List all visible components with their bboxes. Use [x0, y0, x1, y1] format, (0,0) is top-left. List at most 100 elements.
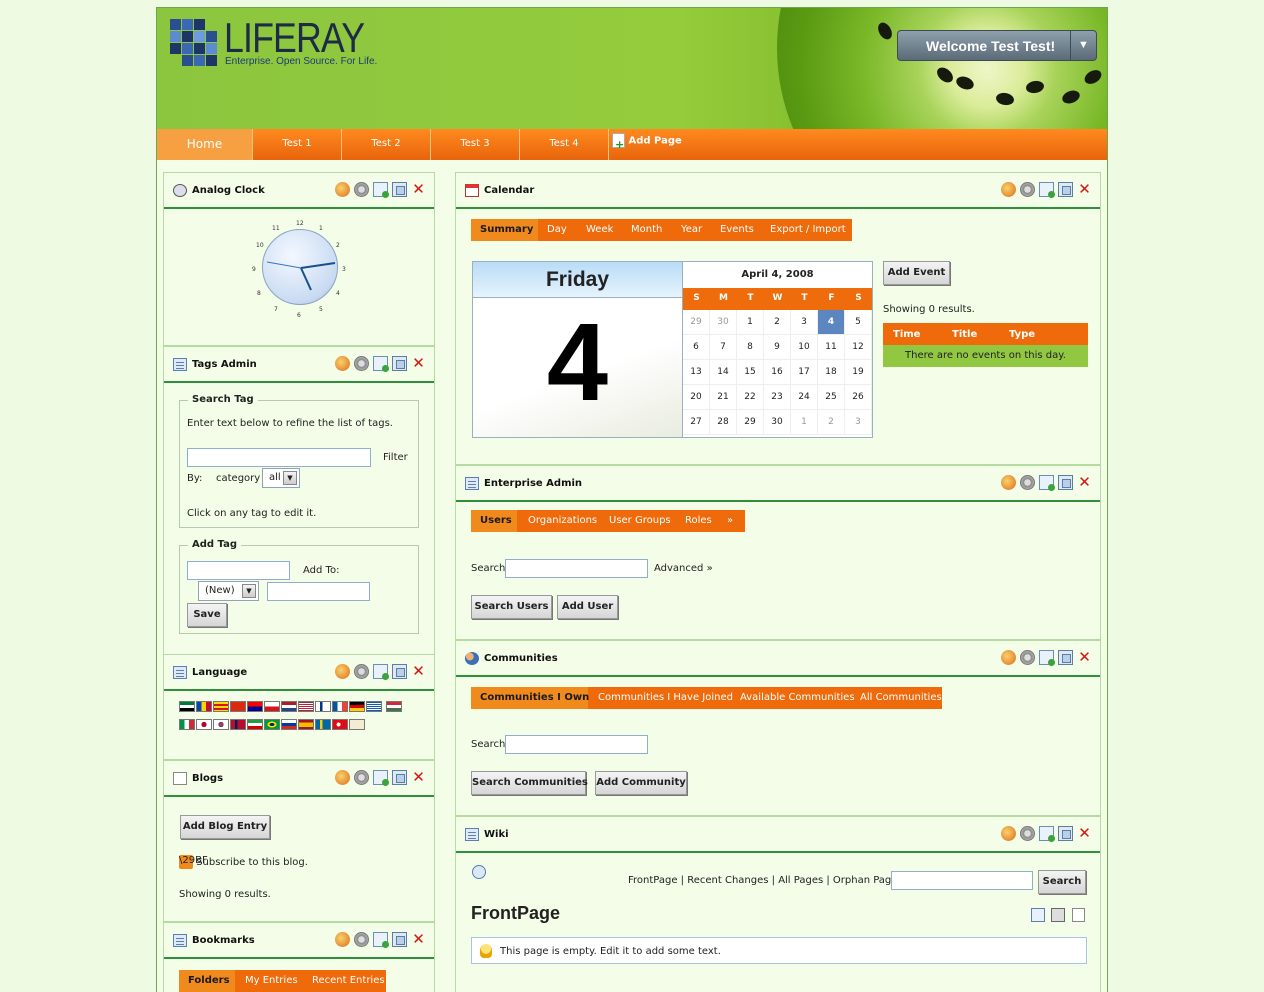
- tab-communities-i-own[interactable]: Communities I Own: [471, 687, 589, 709]
- tab-all-communities[interactable]: All Communities: [860, 687, 942, 709]
- nav-tab-home[interactable]: Home: [157, 129, 253, 160]
- calendar-day[interactable]: 3: [845, 410, 872, 435]
- flag-norwegian-icon[interactable]: [230, 719, 246, 730]
- calendar-day[interactable]: 15: [737, 360, 764, 385]
- column-header[interactable]: Title: [952, 329, 977, 340]
- calendar-day[interactable]: 11: [818, 335, 845, 360]
- calendar-day[interactable]: 2: [764, 310, 791, 335]
- calendar-day[interactable]: 3: [791, 310, 818, 335]
- calendar-day[interactable]: 20: [683, 385, 710, 410]
- close-icon[interactable]: ✕: [1077, 182, 1092, 197]
- print-icon[interactable]: [1051, 908, 1065, 922]
- welcome-menu-button[interactable]: Welcome Test Test! ▼: [897, 30, 1097, 61]
- minimize-icon[interactable]: [373, 356, 389, 372]
- look-and-feel-icon[interactable]: [1001, 650, 1016, 665]
- close-icon[interactable]: ✕: [1077, 826, 1092, 841]
- calendar-day[interactable]: 5: [845, 310, 872, 335]
- tab-export-import[interactable]: Export / Import: [770, 219, 846, 241]
- add-blog-entry-button[interactable]: Add Blog Entry: [180, 815, 270, 839]
- community-search-input[interactable]: [505, 735, 648, 754]
- look-and-feel-icon[interactable]: [1001, 182, 1016, 197]
- minimize-icon[interactable]: [373, 932, 389, 948]
- minimize-icon[interactable]: [1039, 826, 1055, 842]
- flag-italian-icon[interactable]: [179, 719, 195, 730]
- look-and-feel-icon[interactable]: [1001, 826, 1016, 841]
- calendar-day[interactable]: 28: [710, 410, 737, 435]
- calendar-day[interactable]: 18: [818, 360, 845, 385]
- wiki-nav-links[interactable]: FrontPage | Recent Changes | All Pages |…: [628, 875, 903, 886]
- look-and-feel-icon[interactable]: [1001, 475, 1016, 490]
- maximize-icon[interactable]: [1058, 826, 1073, 841]
- maximize-icon[interactable]: [392, 932, 407, 947]
- maximize-icon[interactable]: [1058, 182, 1073, 197]
- flag-english-icon[interactable]: [298, 701, 314, 712]
- configuration-icon[interactable]: [354, 664, 369, 679]
- calendar-day[interactable]: 1: [791, 410, 818, 435]
- add-child-page-icon[interactable]: [1072, 908, 1085, 922]
- tab-users[interactable]: Users: [471, 510, 517, 532]
- flag-persian-icon[interactable]: [247, 719, 263, 730]
- tab-more[interactable]: »: [727, 510, 733, 532]
- subscribe-link[interactable]: Subscribe to this blog.: [179, 855, 308, 869]
- configuration-icon[interactable]: [1020, 650, 1035, 665]
- maximize-icon[interactable]: [1058, 650, 1073, 665]
- flag-vietnamese-icon[interactable]: [349, 719, 365, 730]
- maximize-icon[interactable]: [392, 182, 407, 197]
- flag-swedish-icon[interactable]: [315, 719, 331, 730]
- calendar-day[interactable]: 25: [818, 385, 845, 410]
- calendar-day[interactable]: 19: [845, 360, 872, 385]
- advanced-search-link[interactable]: Advanced »: [654, 563, 713, 574]
- close-icon[interactable]: ✕: [411, 182, 426, 197]
- category-select[interactable]: all ▼: [262, 468, 300, 488]
- calendar-day[interactable]: 13: [683, 360, 710, 385]
- tab-week[interactable]: Week: [586, 219, 613, 241]
- look-and-feel-icon[interactable]: [335, 356, 350, 371]
- nav-tab-test-1[interactable]: Test 1: [253, 129, 342, 160]
- flag-dutch-icon[interactable]: [281, 701, 297, 712]
- configuration-icon[interactable]: [354, 356, 369, 371]
- flag-chinese-icon[interactable]: [230, 701, 246, 712]
- calendar-day-today[interactable]: 4: [818, 310, 845, 335]
- nav-tab-test-2[interactable]: Test 2: [342, 129, 431, 160]
- tab-events[interactable]: Events: [720, 219, 754, 241]
- add-page-button[interactable]: Add Page: [612, 133, 682, 151]
- tab-communities-joined[interactable]: Communities I Have Joined: [598, 687, 733, 709]
- tab-recent-entries[interactable]: Recent Entries: [312, 970, 385, 992]
- flag-portuguese-icon[interactable]: [264, 719, 280, 730]
- flag-hungarian-icon[interactable]: [386, 701, 403, 712]
- calendar-day[interactable]: 16: [764, 360, 791, 385]
- tab-my-entries[interactable]: My Entries: [245, 970, 298, 992]
- add-user-button[interactable]: Add User: [557, 595, 618, 619]
- tab-folders[interactable]: Folders: [179, 970, 235, 992]
- maximize-icon[interactable]: [392, 664, 407, 679]
- configuration-icon[interactable]: [1020, 826, 1035, 841]
- calendar-day[interactable]: 10: [791, 335, 818, 360]
- flag-chinese-taiwan-icon[interactable]: [247, 701, 263, 712]
- calendar-day[interactable]: 8: [737, 335, 764, 360]
- chevron-down-icon[interactable]: ▼: [1070, 31, 1096, 60]
- calendar-day[interactable]: 29: [737, 410, 764, 435]
- flag-catalan-icon[interactable]: [213, 701, 229, 712]
- flag-spanish-icon[interactable]: [298, 719, 314, 730]
- flag-czech-icon[interactable]: [264, 701, 280, 712]
- tab-year[interactable]: Year: [681, 219, 702, 241]
- search-users-button[interactable]: Search Users: [471, 595, 552, 619]
- flag-german-icon[interactable]: [349, 701, 365, 712]
- tab-user-groups[interactable]: User Groups: [609, 510, 671, 532]
- nav-tab-test-4[interactable]: Test 4: [520, 129, 609, 160]
- logo-wordmark[interactable]: LIFERAY: [224, 14, 365, 62]
- calendar-day[interactable]: 1: [737, 310, 764, 335]
- calendar-day[interactable]: 2: [818, 410, 845, 435]
- minimize-icon[interactable]: [373, 664, 389, 680]
- wiki-search-input[interactable]: [891, 871, 1033, 890]
- add-to-select[interactable]: (New) ▼: [198, 581, 259, 601]
- minimize-icon[interactable]: [1039, 182, 1055, 198]
- add-community-button[interactable]: Add Community: [595, 771, 687, 795]
- add-event-button[interactable]: Add Event: [883, 261, 950, 285]
- tab-month[interactable]: Month: [631, 219, 662, 241]
- save-button[interactable]: Save: [187, 603, 227, 627]
- calendar-day[interactable]: 30: [710, 310, 737, 335]
- nav-tab-test-3[interactable]: Test 3: [431, 129, 520, 160]
- close-icon[interactable]: ✕: [411, 932, 426, 947]
- flag-french-icon[interactable]: [332, 701, 348, 712]
